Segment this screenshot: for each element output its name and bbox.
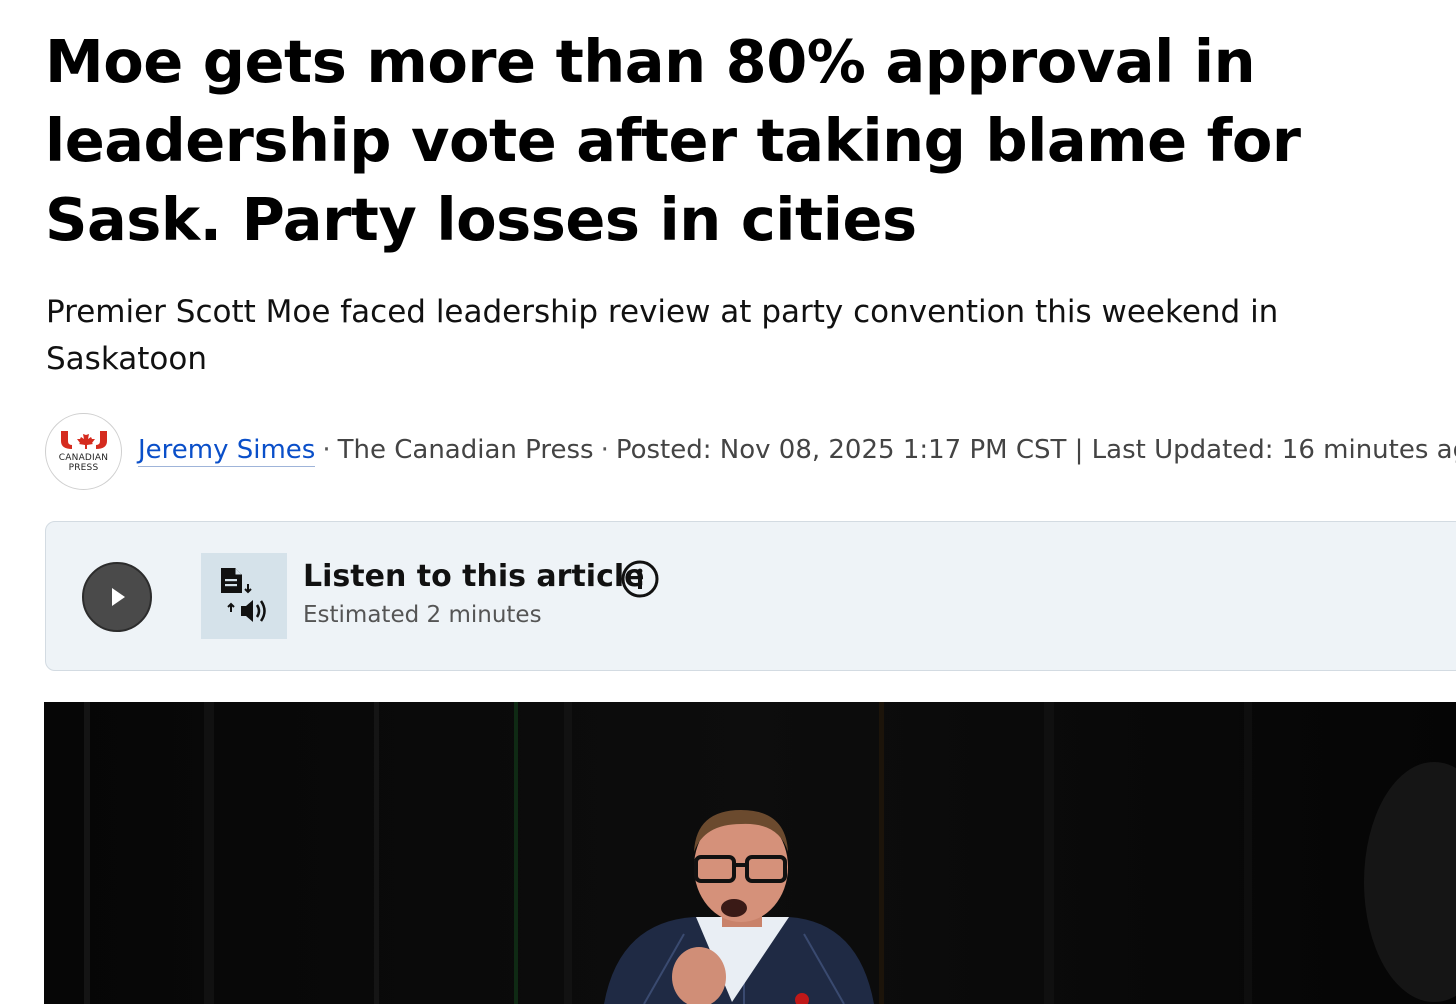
text-to-speech-icon bbox=[201, 553, 287, 639]
article-headline: Moe gets more than 80% approval in leade… bbox=[45, 27, 1301, 254]
byline-source: The Canadian Press bbox=[337, 435, 594, 465]
byline-separator: · bbox=[600, 435, 609, 465]
byline-timestamp: Posted: Nov 08, 2025 1:17 PM CST | Last … bbox=[615, 435, 1456, 465]
listen-duration: Estimated 2 minutes bbox=[303, 602, 542, 628]
byline-text: Jeremy Simes · The Canadian Press · Post… bbox=[138, 435, 1456, 467]
listen-title: Listen to this article bbox=[303, 559, 645, 594]
byline-separator: · bbox=[322, 435, 331, 465]
author-link[interactable]: Jeremy Simes bbox=[138, 435, 316, 467]
maple-leaf-icon bbox=[60, 431, 107, 449]
article-page: Moe gets more than 80% approval in leade… bbox=[0, 0, 1456, 1004]
info-icon[interactable] bbox=[620, 559, 660, 599]
logo-wordmark: CANADIAN PRESS bbox=[58, 453, 109, 473]
article-deck: Premier Scott Moe faced leadership revie… bbox=[46, 294, 1279, 377]
article-photo bbox=[44, 702, 1456, 1004]
listen-to-article-panel: Listen to this article Estimated 2 minut… bbox=[45, 521, 1456, 671]
speaker-photo-illustration bbox=[44, 702, 1456, 1004]
canadian-press-logo: CANADIAN PRESS bbox=[45, 412, 122, 490]
play-icon bbox=[112, 588, 125, 606]
play-button[interactable] bbox=[82, 562, 152, 632]
byline: CANADIAN PRESS Jeremy Simes · The Canadi… bbox=[45, 412, 1456, 490]
